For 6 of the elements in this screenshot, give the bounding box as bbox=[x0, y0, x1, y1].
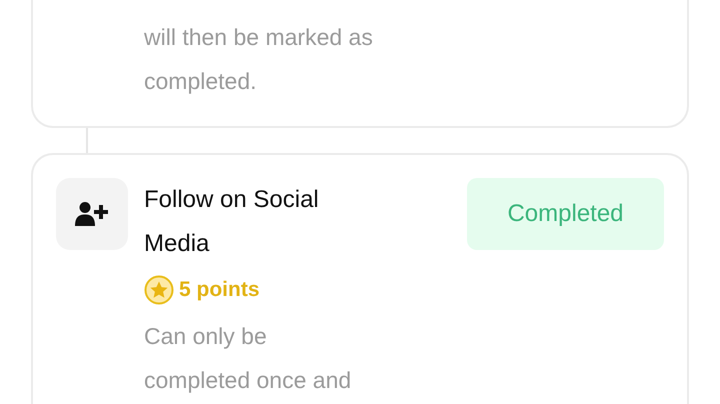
task-title: Follow on Social Media bbox=[144, 185, 320, 259]
task-description: will then be marked as completed. bbox=[144, 23, 374, 96]
status-badge: Completed bbox=[467, 178, 664, 250]
add-user-icon bbox=[74, 201, 110, 227]
task-description: Can only be completed once and bbox=[144, 322, 352, 395]
points-label: 5 points bbox=[179, 277, 260, 304]
